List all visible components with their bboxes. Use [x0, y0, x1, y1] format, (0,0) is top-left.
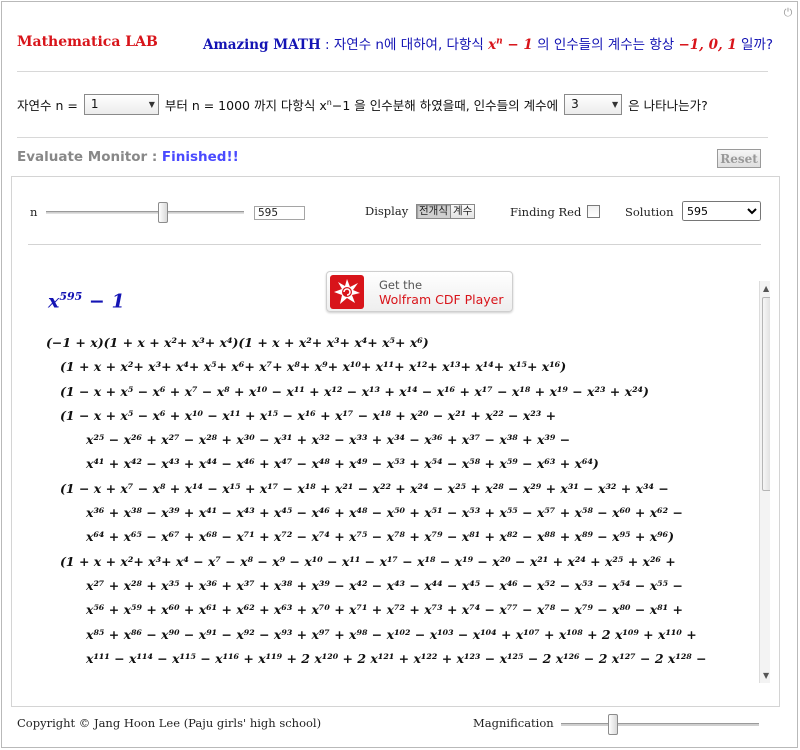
control-row: n 595 Display 전개식 계수 Finding Red Solutio… [12, 199, 779, 225]
tagline-text: : 자연수 n에 대하여, 다항식 [320, 37, 489, 53]
magnification-slider[interactable] [561, 723, 759, 726]
divider [17, 137, 768, 138]
evaluate-monitor: Evaluate Monitor : Finished!! [17, 149, 239, 165]
factor-line: (1 − x + x⁵ − x⁶ + x⁷ − x⁸ + x¹⁰ − x¹¹ +… [60, 383, 649, 399]
finding-red-label: Finding Red [510, 205, 582, 219]
factor-line: (1 + x + x²+ x³+ x⁴+ x⁵+ x⁶+ x⁷+ x⁸+ x⁹+… [60, 359, 567, 375]
scroll-down-icon[interactable]: ▼ [763, 671, 769, 680]
tagline-mid: 의 인수들의 계수는 항상 [532, 37, 679, 53]
output-scrollbar[interactable]: ▲ ▼ [759, 281, 770, 683]
factor-line: (1 + x + x²+ x³+ x⁴ − x⁷ − x⁸ − x⁹ − x¹⁰… [60, 553, 676, 569]
magnification-label: Magnification [473, 716, 554, 730]
cdf-get-text: Get the [379, 278, 423, 292]
chevron-down-icon: ▼ [148, 99, 155, 109]
factor-line: x²⁵ − x²⁶ + x²⁷ − x²⁸ + x³⁰ − x³¹ + x³² … [86, 432, 571, 448]
power-icon[interactable]: ⏻ [782, 7, 794, 19]
n-slider-thumb[interactable] [157, 202, 168, 223]
scroll-up-icon[interactable]: ▲ [763, 284, 769, 293]
coefficient-select[interactable]: 3 ▼ [564, 93, 623, 115]
factor-line: x⁵⁶ + x⁵⁹ + x⁶⁰ + x⁶¹ + x⁶² + x⁶³ + x⁷⁰ … [86, 602, 683, 618]
display-option-expanded[interactable]: 전개식 [417, 205, 451, 218]
n-start-select[interactable]: 1 ▼ [83, 93, 159, 115]
reset-button[interactable]: Reset [717, 149, 761, 168]
output-area: Get the Wolfram CDF Player x595 − 1 (−1 … [28, 257, 770, 689]
factor-line: x³⁶ + x³⁸ − x³⁹ + x⁴¹ − x⁴³ + x⁴⁵ − x⁴⁶ … [86, 505, 683, 521]
question-suffix: 은 나타나는가? [628, 97, 708, 113]
finding-red-checkbox[interactable] [587, 205, 600, 218]
solution-label: Solution [625, 205, 674, 219]
n-slider-label: n [30, 205, 38, 219]
factor-line: (1 − x + x⁷ − x⁸ + x¹⁴ − x¹⁵ + x¹⁷ − x¹⁸… [60, 480, 669, 496]
tagline-brand: Amazing MATH [203, 37, 321, 53]
factor-line: x⁶⁴ + x⁶⁵ − x⁶⁷ + x⁶⁸ − x⁷¹ + x⁷² − x⁷⁴ … [86, 529, 675, 545]
copyright-text: Copyright © Jang Hoon Lee (Paju girls' h… [17, 716, 322, 730]
scroll-thumb[interactable] [762, 297, 770, 491]
cdf-player-badge[interactable]: Get the Wolfram CDF Player [326, 271, 513, 312]
question-row: 자연수 n = 1 ▼ 부터 n = 1000 까지 다항식 xn−1 을 인수분… [17, 92, 768, 116]
chevron-down-icon: ▼ [612, 99, 619, 109]
divider [17, 71, 768, 72]
cdf-player-text: Wolfram CDF Player [379, 292, 504, 307]
factor-line: (1 − x + x⁵ − x⁶ + x¹⁰ − x¹¹ + x¹⁵ − x¹⁶… [60, 407, 557, 423]
factor-line: x⁸⁵ + x⁸⁶ − x⁹⁰ − x⁹¹ − x⁹² − x⁹³ + x⁹⁷ … [86, 626, 697, 642]
divider [28, 244, 761, 245]
tagline-values: −1, 0, 1 [678, 37, 737, 53]
n-input[interactable]: 595 [254, 206, 305, 220]
factor-line: (−1 + x)(1 + x + x²+ x³+ x⁴)(1 + x + x²+… [46, 335, 429, 350]
solution-select[interactable]: 595 [682, 201, 761, 221]
display-toggle[interactable]: 전개식 계수 [416, 204, 476, 219]
wolfram-spikey-icon [330, 275, 364, 309]
display-option-coefficient[interactable]: 계수 [450, 205, 475, 218]
question-prefix: 자연수 n = [17, 97, 78, 113]
n-slider[interactable] [46, 211, 244, 214]
monitor-status: Finished!! [161, 149, 239, 165]
manipulate-panel: n 595 Display 전개식 계수 Finding Red Solutio… [11, 176, 780, 707]
header-tagline: Amazing MATH : 자연수 n에 대하여, 다항식 xn − 1 의 … [203, 33, 773, 54]
factor-line: x¹¹¹ − x¹¹⁴ − x¹¹⁵ − x¹¹⁶ + x¹¹⁹ + 2 x¹²… [86, 650, 707, 666]
app-title: Mathematica LAB [17, 34, 158, 50]
factor-line: x⁴¹ + x⁴² − x⁴³ + x⁴⁴ − x⁴⁶ + x⁴⁷ − x⁴⁸ … [86, 456, 599, 472]
display-label: Display [365, 204, 409, 218]
factor-line: x²⁷ + x²⁸ + x³⁵ + x³⁶ + x³⁷ + x³⁸ + x³⁹ … [86, 577, 683, 593]
magnification-thumb[interactable] [608, 714, 618, 735]
question-middle: 부터 n = 1000 까지 다항식 xn−1 을 인수분해 하였을때, 인수들… [164, 97, 559, 113]
factorization-output: (−1 + x)(1 + x + x²+ x³+ x⁴)(1 + x + x²+… [46, 331, 746, 671]
tagline-poly: xn − 1 [488, 36, 533, 54]
expression-title: x595 − 1 [48, 290, 125, 313]
tagline-end: 일까? [736, 37, 774, 53]
